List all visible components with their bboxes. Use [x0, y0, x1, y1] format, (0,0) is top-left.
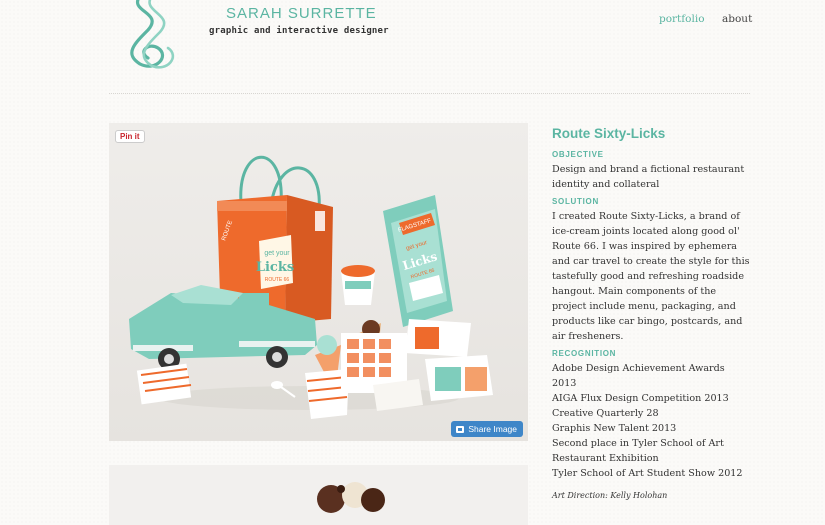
nav-about-link[interactable]: about: [722, 13, 752, 25]
header-divider: [109, 93, 750, 94]
solution-text: I created Route Sixty-Licks, a brand of …: [552, 211, 750, 342]
project-title: Route Sixty-Licks: [552, 126, 666, 141]
objective-label: OBJECTIVE: [552, 150, 604, 159]
recognition-item: Creative Quarterly 28: [552, 408, 659, 419]
pin-it-button[interactable]: Pin it: [115, 130, 145, 143]
recognition-item: Adobe Design Achievement Awards 2013: [552, 363, 725, 389]
recognition-item: AIGA Flux Design Competition 2013: [552, 393, 729, 404]
logo-icon[interactable]: [118, 0, 188, 72]
site-title[interactable]: SARAH SURRETTE: [226, 5, 377, 22]
ice-cream-photo: [317, 482, 385, 513]
bag-logo-text: Licks: [256, 260, 294, 275]
art-direction-credit: Art Direction: Kelly Holohan: [552, 491, 668, 500]
recognition-item: Graphis New Talent 2013: [552, 423, 677, 434]
recognition-item: Second place in Tyler School of Art Rest…: [552, 438, 724, 464]
image-icon: [456, 425, 465, 433]
share-image-label: Share Image: [468, 424, 517, 434]
recognition-item: Tyler School of Art Student Show 2012: [552, 468, 743, 479]
project-hero-image[interactable]: get your Licks ROUTE 66 ROUTE FLAGSTAFF …: [109, 123, 528, 441]
recognition-label: RECOGNITION: [552, 349, 617, 358]
objective-text: Design and brand a fictional restaurant …: [552, 164, 745, 190]
project-details: Route Sixty-Licks OBJECTIVE Design and b…: [552, 126, 752, 481]
share-image-button[interactable]: Share Image: [451, 421, 523, 437]
site-tagline: graphic and interactive designer: [209, 26, 389, 36]
bag-slogan: get your: [264, 250, 290, 257]
solution-label: SOLUTION: [552, 197, 599, 206]
product-photo: get your Licks ROUTE 66 ROUTE FLAGSTAFF …: [129, 155, 493, 419]
bag-route-text: ROUTE 66: [265, 277, 290, 283]
nav-portfolio-link[interactable]: portfolio: [659, 13, 705, 25]
project-second-image[interactable]: [109, 465, 528, 525]
